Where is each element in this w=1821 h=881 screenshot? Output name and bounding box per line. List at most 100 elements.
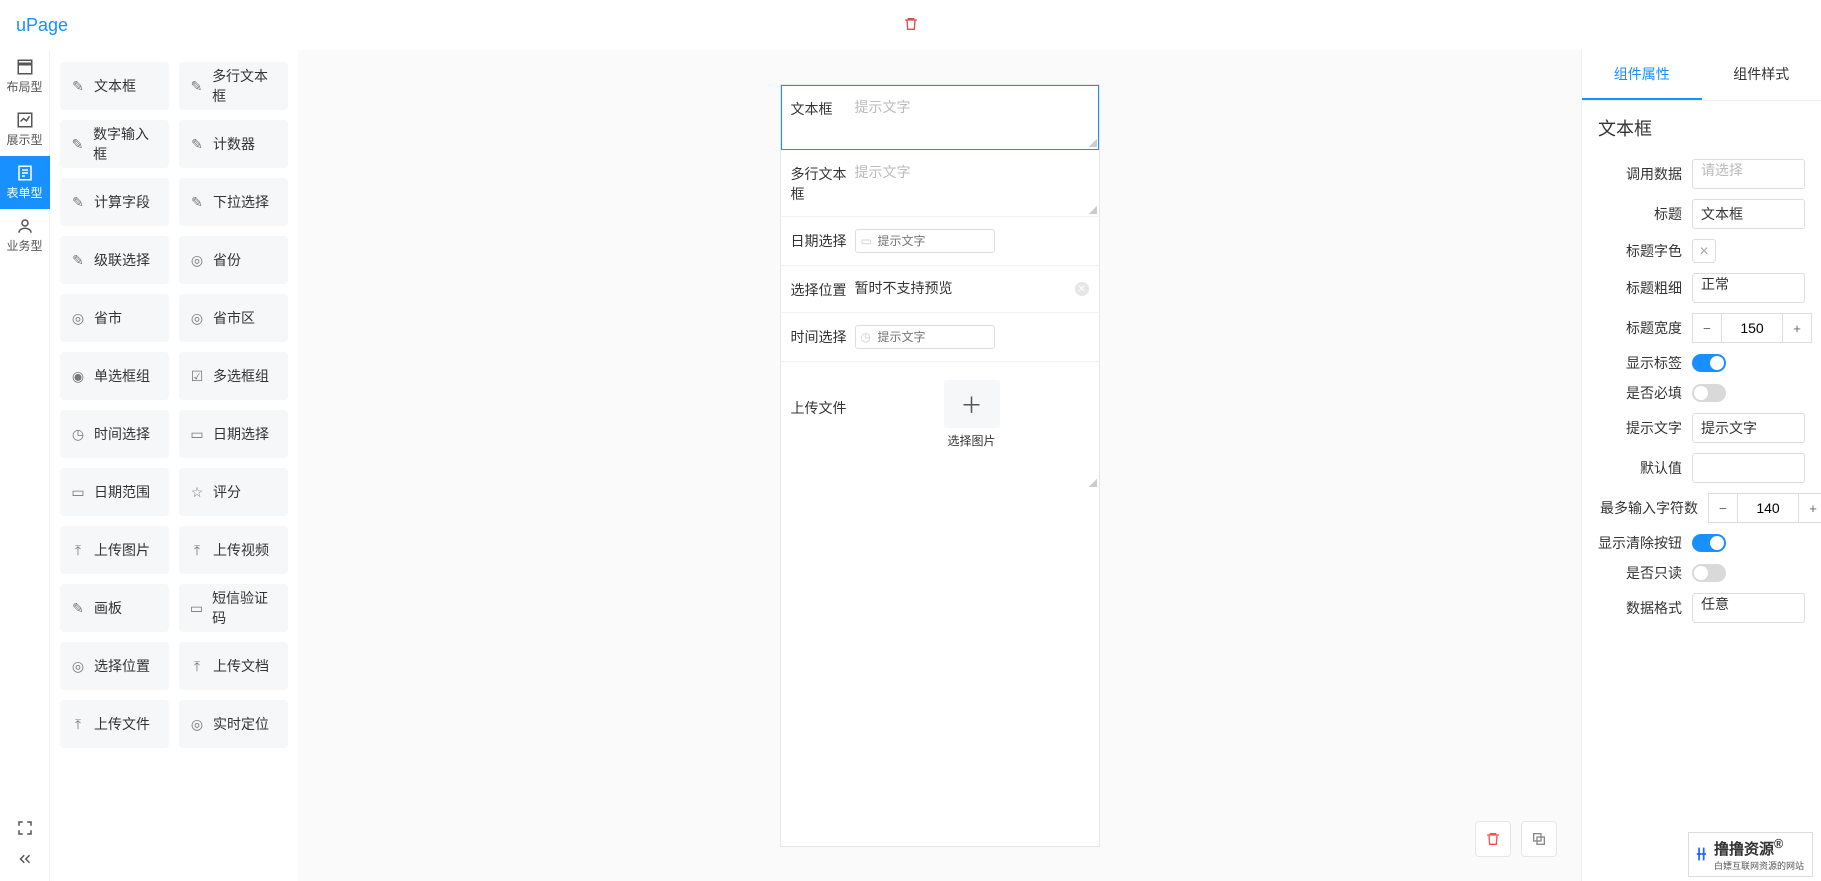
palette-item[interactable]: ◎省市区	[179, 294, 288, 342]
delete-top-button[interactable]	[903, 16, 919, 35]
rail-label: 表单型	[6, 184, 42, 201]
plabel-title: 标题	[1598, 204, 1682, 224]
palette-item[interactable]: ✎ 画板	[60, 584, 169, 632]
palette-item-label: 多选框组	[213, 366, 269, 386]
component-icon: ▭	[189, 426, 205, 442]
fullscreen-icon	[16, 819, 34, 837]
field-label: 文本框	[791, 97, 855, 119]
palette-item-label: 日期范围	[94, 482, 150, 502]
resize-grip-icon[interactable]	[1089, 479, 1097, 487]
resize-grip-icon[interactable]	[1089, 139, 1097, 147]
palette-item[interactable]: ◎ 省市	[60, 294, 169, 342]
palette-item[interactable]: ✎文本框	[60, 62, 169, 110]
plabel-title-weight: 标题粗细	[1598, 278, 1682, 298]
plus-icon: ＋	[960, 388, 982, 420]
palette-item-label: 省市	[94, 308, 122, 328]
form-row-time[interactable]: 时间选择 ◷	[781, 313, 1099, 362]
tab-style[interactable]: 组件样式	[1702, 50, 1821, 100]
title-color-clear[interactable]: ✕	[1692, 239, 1716, 263]
plabel-default: 默认值	[1598, 458, 1682, 478]
palette-item[interactable]: ✎多行文本框	[179, 62, 288, 110]
tab-props[interactable]: 组件属性	[1582, 50, 1702, 100]
palette-item[interactable]: ✎计数器	[179, 120, 288, 168]
date-input[interactable]	[855, 229, 995, 253]
placeholder-input[interactable]	[1692, 413, 1805, 443]
field-label: 多行文本框	[791, 162, 855, 204]
upload-box[interactable]: ＋	[944, 380, 1000, 428]
plabel-maxlen: 最多输入字符数	[1598, 498, 1698, 518]
stepper-inc[interactable]: +	[1798, 493, 1821, 523]
palette-item[interactable]: ⤒上传图片	[60, 526, 169, 574]
logo: uPage	[16, 15, 68, 36]
chart-icon	[16, 111, 34, 129]
stepper-dec[interactable]: −	[1708, 493, 1738, 523]
palette-item[interactable]: ⤒上传文件	[60, 700, 169, 748]
rail-item-display[interactable]: 展示型	[0, 103, 50, 156]
palette-item[interactable]: ✎数字输入框	[60, 120, 169, 168]
form-row-text[interactable]: 文本框 提示文字	[781, 85, 1099, 150]
palette-item[interactable]: ☑多选框组	[179, 352, 288, 400]
palette-item[interactable]: ◷时间选择	[60, 410, 169, 458]
palette-item-label: 计数器	[213, 134, 255, 154]
palette-item[interactable]: ⤒上传文档	[179, 642, 288, 690]
form-row-upload[interactable]: 上传文件 ＋ 选择图片	[781, 362, 1099, 489]
required-switch[interactable]	[1692, 384, 1726, 402]
dataformat-select[interactable]: 任意	[1692, 593, 1805, 623]
palette-item[interactable]: ⤒上传视频	[179, 526, 288, 574]
palette-item[interactable]: ◎省份	[179, 236, 288, 284]
palette-item[interactable]: ✎计算字段	[60, 178, 169, 226]
palette-item[interactable]: ◎选择位置	[60, 642, 169, 690]
readonly-switch[interactable]	[1692, 564, 1726, 582]
palette-item[interactable]: ▭日期范围	[60, 468, 169, 516]
palette-item[interactable]: ▭短信验证码	[179, 584, 288, 632]
plabel-show-clear: 显示清除按钮	[1598, 533, 1682, 553]
palette-item[interactable]: ◎实时定位	[179, 700, 288, 748]
component-icon: ◎	[70, 310, 86, 326]
clear-icon[interactable]: ✕	[1075, 282, 1089, 296]
form-row-date[interactable]: 日期选择 ▭	[781, 217, 1099, 266]
palette-item-label: 画板	[94, 598, 122, 618]
palette-item[interactable]: ✎级联选择	[60, 236, 169, 284]
delete-row-button[interactable]	[1475, 821, 1511, 857]
rail-item-biz[interactable]: 业务型	[0, 209, 50, 262]
palette-item[interactable]: ▭日期选择	[179, 410, 288, 458]
rail-item-layout[interactable]: 布局型	[0, 50, 50, 103]
palette-item-label: 级联选择	[94, 250, 150, 270]
watermark: ⟊⟊ 撸撸资源® 白嫖互联网资源的网站	[1688, 832, 1813, 877]
copy-row-button[interactable]	[1521, 821, 1557, 857]
show-label-switch[interactable]	[1692, 354, 1726, 372]
form-row-textarea[interactable]: 多行文本框 提示文字	[781, 150, 1099, 217]
form-row-location[interactable]: 选择位置 暂时不支持预览 ✕	[781, 266, 1099, 313]
component-icon: ✎	[70, 600, 86, 616]
watermark-sub: 白嫖互联网资源的网站	[1714, 859, 1804, 872]
resize-grip-icon[interactable]	[1089, 206, 1097, 214]
collapse-button[interactable]	[16, 850, 34, 871]
show-clear-switch[interactable]	[1692, 534, 1726, 552]
field-label: 时间选择	[791, 325, 855, 347]
stepper-input[interactable]	[1738, 493, 1798, 523]
palette-item[interactable]: ☆评分	[179, 468, 288, 516]
default-input[interactable]	[1692, 453, 1805, 483]
stepper-inc[interactable]: +	[1782, 313, 1812, 343]
stepper-dec[interactable]: −	[1692, 313, 1722, 343]
plabel-show-label: 显示标签	[1598, 353, 1682, 373]
plabel-dataformat: 数据格式	[1598, 598, 1682, 618]
palette-item[interactable]: ◉单选框组	[60, 352, 169, 400]
rail-label: 布局型	[6, 78, 42, 95]
plabel-title-width: 标题宽度	[1598, 318, 1682, 338]
time-input[interactable]	[855, 325, 995, 349]
plabel-dataref: 调用数据	[1598, 164, 1682, 184]
trash-icon	[1485, 831, 1501, 847]
canvas-area: 文本框 提示文字 多行文本框 提示文字 日期选择 ▭ 选择位置	[298, 50, 1581, 881]
dataref-select[interactable]: 请选择	[1692, 159, 1805, 189]
palette-item[interactable]: ✎下拉选择	[179, 178, 288, 226]
palette-item-label: 评分	[213, 482, 241, 502]
component-icon: ◎	[70, 658, 86, 674]
component-icon: ✎	[189, 194, 205, 210]
component-icon: ⤒	[189, 658, 205, 674]
title-input[interactable]	[1692, 199, 1805, 229]
stepper-input[interactable]	[1722, 313, 1782, 343]
title-weight-select[interactable]: 正常	[1692, 273, 1805, 303]
rail-item-form[interactable]: 表单型	[0, 156, 50, 209]
fullscreen-button[interactable]	[16, 819, 34, 840]
